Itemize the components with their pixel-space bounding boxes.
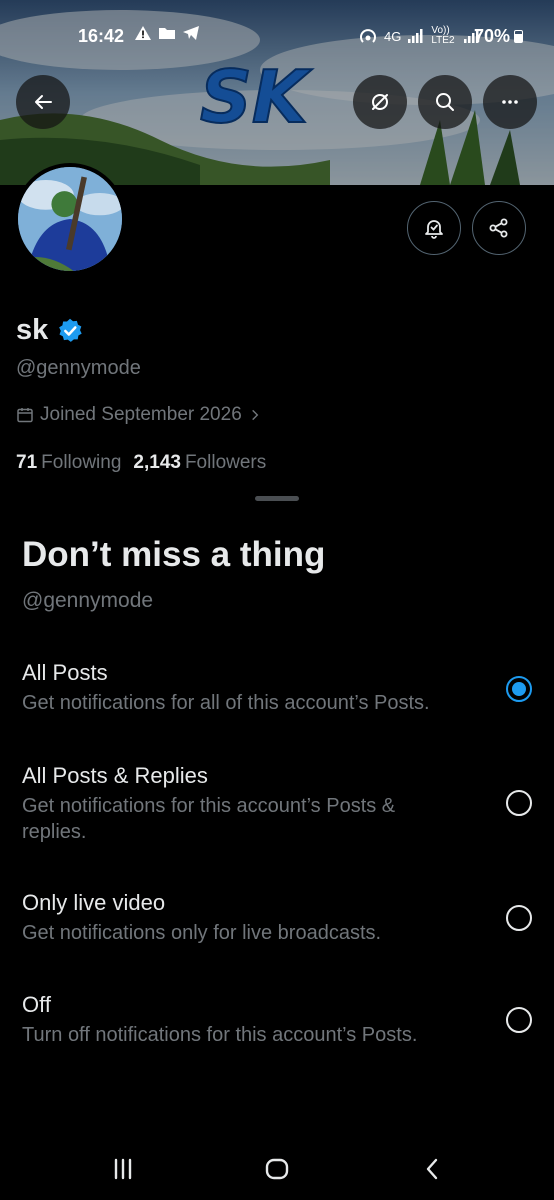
recents-icon (114, 1158, 132, 1180)
radio-unselected[interactable] (506, 905, 532, 931)
option-description: Get notifications only for live broadcas… (22, 922, 382, 944)
warning-icon (135, 26, 151, 40)
verified-badge-icon[interactable] (56, 317, 84, 345)
more-icon (502, 100, 518, 104)
followers-count: 2,143 (133, 452, 181, 473)
system-navigation-bar (0, 1140, 554, 1200)
follow-stats: 71 Following 2,143 Followers (16, 452, 266, 474)
option-description: Get notifications for this account’s Pos… (22, 795, 396, 843)
option-off[interactable]: Off Turn off notifications for this acco… (0, 982, 554, 1072)
grok-icon (372, 94, 388, 110)
hotspot-icon (360, 29, 376, 43)
followers-label: Followers (184, 452, 267, 473)
status-notification-icons (134, 25, 200, 41)
chevron-right-icon (251, 409, 259, 421)
bell-icon (425, 220, 443, 239)
telegram-icon (183, 26, 199, 40)
share-icon (489, 218, 508, 238)
radio-unselected[interactable] (506, 790, 532, 816)
notifications-button[interactable] (407, 201, 461, 255)
following-label: Following (41, 452, 122, 473)
option-label: All Posts (22, 660, 108, 685)
battery-percent: 70% (474, 26, 511, 46)
sheet-subtitle: @gennymode (22, 589, 154, 612)
network-type-label: 4G (384, 28, 402, 44)
avatar-image (18, 167, 122, 271)
back-button[interactable] (16, 75, 70, 129)
back-arrow-icon (35, 95, 52, 109)
option-label: All Posts & Replies (22, 763, 208, 788)
joined-date[interactable]: Joined September 2026 (16, 404, 262, 426)
home-button[interactable] (257, 1152, 297, 1186)
folder-icon (159, 28, 175, 39)
option-all-posts[interactable]: All Posts Get notifications for all of t… (0, 650, 554, 740)
grok-button[interactable] (353, 75, 407, 129)
calendar-icon (17, 408, 33, 423)
signal-icon (408, 29, 423, 43)
search-icon (436, 93, 454, 111)
recents-button[interactable] (103, 1152, 143, 1186)
nav-back-button[interactable] (413, 1152, 453, 1186)
volte-label: Vo)) LTE2 (431, 25, 455, 46)
sheet-title: Don’t miss a thing (22, 535, 326, 574)
radio-selected[interactable] (506, 676, 532, 702)
following-count: 71 (16, 452, 38, 473)
battery-icon (514, 30, 524, 43)
following-link[interactable]: 71 Following (16, 452, 121, 474)
share-profile-button[interactable] (472, 201, 526, 255)
notification-settings-sheet: Don’t miss a thing @gennymode All Posts … (0, 480, 554, 1200)
status-bar: 16:42 4G Vo)) LTE2 70% (0, 18, 554, 54)
option-only-live-video[interactable]: Only live video Get notifications only f… (0, 880, 554, 970)
status-system-icons: 4G Vo)) LTE2 (358, 26, 481, 46)
display-name: sk (16, 314, 49, 346)
option-description: Turn off notifications for this account’… (22, 1024, 418, 1046)
option-label: Off (22, 992, 51, 1017)
profile-name: sk (16, 314, 84, 347)
option-all-posts-replies[interactable]: All Posts & Replies Get notifications fo… (0, 753, 554, 863)
option-description: Get notifications for all of this accoun… (22, 692, 430, 714)
status-time: 16:42 (78, 26, 125, 46)
followers-link[interactable]: 2,143 Followers (133, 452, 266, 474)
profile-handle: @gennymode (16, 357, 141, 379)
sheet-drag-handle[interactable] (255, 496, 299, 501)
battery-status: 70% (474, 26, 524, 47)
more-button[interactable] (483, 75, 537, 129)
option-label: Only live video (22, 890, 166, 915)
joined-label: Joined September 2026 (40, 404, 242, 425)
radio-unselected[interactable] (506, 1007, 532, 1033)
home-icon (265, 1158, 289, 1180)
search-button[interactable] (418, 75, 472, 129)
back-icon (426, 1158, 438, 1180)
avatar[interactable] (14, 163, 126, 275)
